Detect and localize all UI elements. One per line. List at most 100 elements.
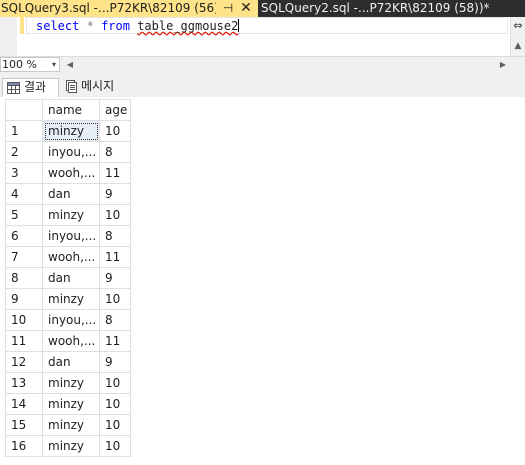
name-cell[interactable]: dan [42, 267, 100, 289]
tab-sqlquery3[interactable]: SQLQuery3.sql -...P72KR\82109 (56))* ⊣ ✕ [0, 0, 258, 17]
name-cell[interactable]: wooh,... [42, 330, 100, 352]
table-row[interactable]: 5 minzy 10 [5, 204, 131, 226]
name-cell[interactable]: minzy [42, 204, 100, 226]
tab-results[interactable]: 결과 [2, 78, 59, 97]
age-cell[interactable]: 9 [99, 351, 131, 373]
row-number-cell[interactable]: 4 [5, 183, 43, 205]
table-row[interactable]: 7 wooh,... 11 [5, 246, 131, 268]
results-pane: name age 1 minzy 10 2 inyou,... 8 3 wooh,... 11 4… [0, 97, 525, 465]
editor-vertical-scrollbar[interactable]: ⇔ ▲ [510, 17, 525, 56]
chevron-down-icon: ▾ [51, 60, 56, 69]
age-cell[interactable]: 10 [99, 435, 131, 457]
text-caret [238, 19, 240, 32]
table-row[interactable]: 11 wooh,... 11 [5, 330, 131, 352]
row-number-cell[interactable]: 5 [5, 204, 43, 226]
name-cell[interactable]: dan [42, 183, 100, 205]
table-row[interactable]: 4 dan 9 [5, 183, 131, 205]
table-row[interactable]: 3 wooh,... 11 [5, 162, 131, 184]
name-cell[interactable]: dan [42, 351, 100, 373]
message-document-icon [66, 80, 77, 93]
age-cell[interactable]: 8 [99, 225, 131, 247]
name-cell[interactable]: minzy [42, 120, 100, 142]
name-cell[interactable]: wooh,... [42, 162, 100, 184]
row-number-cell[interactable]: 11 [5, 330, 43, 352]
name-cell[interactable]: minzy [42, 393, 100, 415]
grid-icon [7, 82, 20, 94]
code-line-1[interactable]: select * from table_ggmouse2 [36, 18, 240, 34]
row-number-cell[interactable]: 2 [5, 141, 43, 163]
tab-sqlquery2-label: SQLQuery2.sql -...P72KR\82109 (58))* [261, 1, 490, 15]
age-cell[interactable]: 10 [99, 204, 131, 226]
scroll-right-icon[interactable]: ▶ [497, 57, 509, 72]
zoom-dropdown[interactable]: 100 % ▾ [0, 57, 60, 72]
zoom-bar: 100 % ▾ ◀ ▶ [0, 56, 525, 72]
tab-sqlquery3-label: SQLQuery3.sql -...P72KR\82109 (56))* [1, 1, 216, 15]
keyword-from: from [101, 19, 130, 33]
row-number-cell[interactable]: 3 [5, 162, 43, 184]
row-number-cell[interactable]: 16 [5, 435, 43, 457]
row-number-cell[interactable]: 8 [5, 267, 43, 289]
age-cell[interactable]: 10 [99, 288, 131, 310]
age-cell[interactable]: 10 [99, 393, 131, 415]
table-row[interactable]: 10 inyou,... 8 [5, 309, 131, 331]
row-number-cell[interactable]: 13 [5, 372, 43, 394]
pin-icon[interactable]: ⊣ [221, 0, 235, 17]
column-header-name[interactable]: name [42, 99, 100, 121]
table-row[interactable]: 14 minzy 10 [5, 393, 131, 415]
row-number-cell[interactable]: 10 [5, 309, 43, 331]
age-cell[interactable]: 9 [99, 183, 131, 205]
table-row[interactable]: 13 minzy 10 [5, 372, 131, 394]
unsaved-change-marker [20, 17, 24, 34]
table-row[interactable]: 1 minzy 10 [5, 120, 131, 142]
tab-sqlquery2[interactable]: SQLQuery2.sql -...P72KR\82109 (58))* [259, 0, 525, 17]
age-cell[interactable]: 8 [99, 141, 131, 163]
star-operator: * [86, 19, 94, 33]
column-header-age[interactable]: age [99, 99, 131, 121]
name-cell[interactable]: wooh,... [42, 246, 100, 268]
table-row[interactable]: 16 minzy 10 [5, 435, 131, 457]
name-cell[interactable]: minzy [42, 435, 100, 457]
table-row[interactable]: 15 minzy 10 [5, 414, 131, 436]
name-cell[interactable]: inyou,... [42, 309, 100, 331]
name-cell[interactable]: minzy [42, 372, 100, 394]
name-cell[interactable]: minzy [42, 288, 100, 310]
row-number-cell[interactable]: 1 [5, 120, 43, 142]
grid-header-row: name age [5, 99, 131, 121]
row-number-cell[interactable]: 6 [5, 225, 43, 247]
age-cell[interactable]: 11 [99, 162, 131, 184]
row-number-cell[interactable]: 9 [5, 288, 43, 310]
age-cell[interactable]: 11 [99, 246, 131, 268]
tab-messages-label: 메시지 [81, 79, 115, 93]
table-row[interactable]: 6 inyou,... 8 [5, 225, 131, 247]
age-cell[interactable]: 9 [99, 267, 131, 289]
editor-gutter [0, 17, 17, 56]
row-number-cell[interactable]: 14 [5, 393, 43, 415]
age-cell[interactable]: 10 [99, 120, 131, 142]
age-cell[interactable]: 11 [99, 330, 131, 352]
table-row[interactable]: 2 inyou,... 8 [5, 141, 131, 163]
name-cell[interactable]: minzy [42, 414, 100, 436]
split-icon[interactable]: ⇔ [511, 19, 525, 32]
age-cell[interactable]: 10 [99, 414, 131, 436]
scroll-up-icon[interactable]: ▲ [511, 39, 525, 53]
scroll-left-icon[interactable]: ◀ [64, 57, 76, 72]
results-tab-bar: 결과 메시지 [0, 72, 525, 97]
table-row[interactable]: 8 dan 9 [5, 267, 131, 289]
age-cell[interactable]: 8 [99, 309, 131, 331]
keyword-select: select [36, 19, 80, 33]
row-number-header[interactable] [5, 99, 43, 121]
tab-messages[interactable]: 메시지 [62, 78, 128, 97]
zoom-value: 100 % [2, 58, 37, 71]
table-row[interactable]: 9 minzy 10 [5, 288, 131, 310]
query-editor[interactable]: select * from table_ggmouse2 ⇔ ▲ [0, 17, 525, 56]
tab-results-label: 결과 [24, 80, 47, 94]
row-number-cell[interactable]: 12 [5, 351, 43, 373]
row-number-cell[interactable]: 15 [5, 414, 43, 436]
close-icon[interactable]: ✕ [239, 0, 253, 17]
table-row[interactable]: 12 dan 9 [5, 351, 131, 373]
row-number-cell[interactable]: 7 [5, 246, 43, 268]
age-cell[interactable]: 10 [99, 372, 131, 394]
name-cell[interactable]: inyou,... [42, 225, 100, 247]
name-cell[interactable]: inyou,... [42, 141, 100, 163]
results-grid[interactable]: name age 1 minzy 10 2 inyou,... 8 3 wooh,... 11 4… [5, 99, 131, 457]
